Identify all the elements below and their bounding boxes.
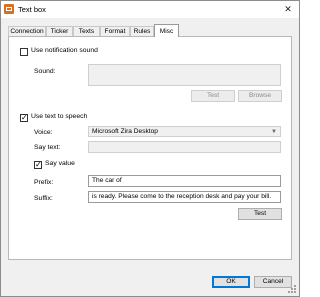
- browse-button[interactable]: Browse: [238, 90, 282, 102]
- use-notification-sound-checkbox[interactable]: [20, 48, 28, 56]
- window-title: Text box: [18, 5, 46, 14]
- chevron-down-icon: ▼: [271, 129, 277, 135]
- say-value-label: Say value: [45, 160, 75, 167]
- voice-value: Microsoft Zira Desktop: [92, 128, 158, 135]
- close-icon[interactable]: ✕: [280, 2, 296, 17]
- tab-texts[interactable]: Texts: [73, 26, 100, 36]
- say-text-field[interactable]: [88, 141, 281, 153]
- notification-test-button[interactable]: Test: [191, 90, 235, 102]
- prefix-label: Prefix:: [34, 179, 54, 186]
- use-notification-sound-label: Use notification sound: [31, 47, 98, 54]
- voice-label: Voice:: [34, 129, 53, 136]
- suffix-field[interactable]: is ready. Please come to the reception d…: [88, 191, 281, 203]
- text-box-dialog: Text box ✕ Connection Ticker Texts Forma…: [0, 0, 300, 297]
- sound-label: Sound:: [34, 68, 56, 75]
- title-bar[interactable]: Text box ✕: [1, 1, 299, 18]
- voice-select[interactable]: Microsoft Zira Desktop ▼: [88, 126, 281, 137]
- tab-connection[interactable]: Connection: [8, 26, 46, 36]
- app-icon: [4, 4, 14, 14]
- tab-misc[interactable]: Misc: [154, 24, 179, 37]
- suffix-label: Suffix:: [34, 195, 53, 202]
- resize-grip-icon[interactable]: [288, 285, 296, 293]
- sound-field[interactable]: [88, 64, 281, 86]
- prefix-field[interactable]: The car of: [88, 175, 281, 187]
- misc-panel: Use notification sound Sound: Test Brows…: [8, 36, 292, 260]
- say-value-checkbox[interactable]: [34, 159, 42, 171]
- say-text-label: Say text:: [34, 144, 61, 151]
- use-text-to-speech-label: Use text to speech: [31, 113, 88, 120]
- cancel-button[interactable]: Cancel: [254, 276, 292, 288]
- tab-format[interactable]: Format: [100, 26, 130, 36]
- tts-test-button[interactable]: Test: [238, 208, 282, 220]
- tab-ticker[interactable]: Ticker: [46, 26, 73, 36]
- ok-button[interactable]: OK: [212, 276, 250, 288]
- use-text-to-speech-checkbox[interactable]: [20, 112, 28, 124]
- tab-rules[interactable]: Rules: [130, 26, 154, 36]
